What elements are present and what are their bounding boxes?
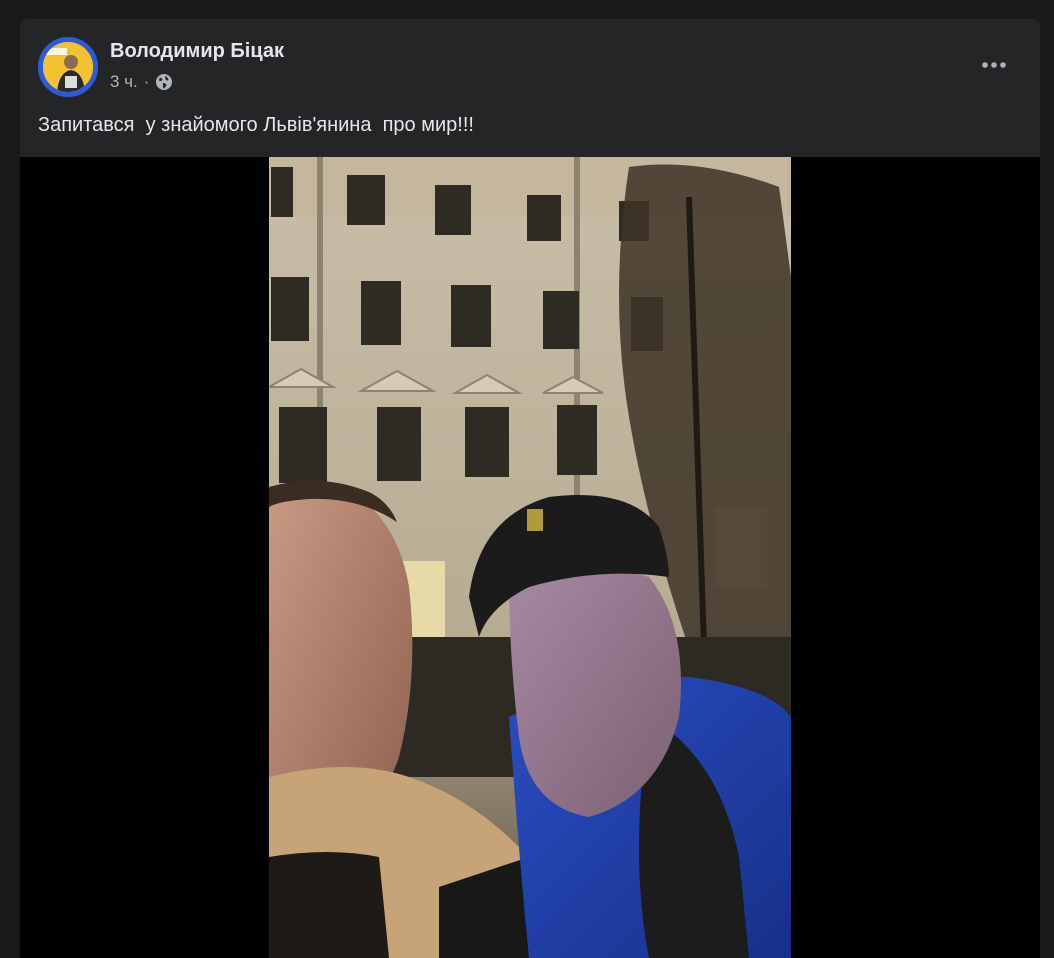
post-meta: 3 ч. · bbox=[110, 71, 173, 93]
post-header: Володимир Біцак 3 ч. · bbox=[20, 19, 1040, 101]
video-player[interactable] bbox=[20, 157, 1040, 958]
more-options-button[interactable] bbox=[972, 45, 1016, 85]
post-card: Володимир Біцак 3 ч. · Запитався у знайо… bbox=[20, 19, 1040, 958]
more-options-icon bbox=[982, 62, 1006, 68]
author-name[interactable]: Володимир Біцак bbox=[110, 40, 284, 63]
author-avatar[interactable] bbox=[38, 37, 98, 97]
post-text: Запитався у знайомого Львів'янина про ми… bbox=[38, 114, 474, 136]
video-thumbnail bbox=[269, 157, 791, 958]
video-frame[interactable] bbox=[269, 157, 791, 958]
globe-icon[interactable] bbox=[155, 73, 173, 91]
avatar-image bbox=[43, 42, 93, 92]
post-timestamp[interactable]: 3 ч. bbox=[110, 72, 138, 92]
meta-separator: · bbox=[143, 72, 150, 91]
